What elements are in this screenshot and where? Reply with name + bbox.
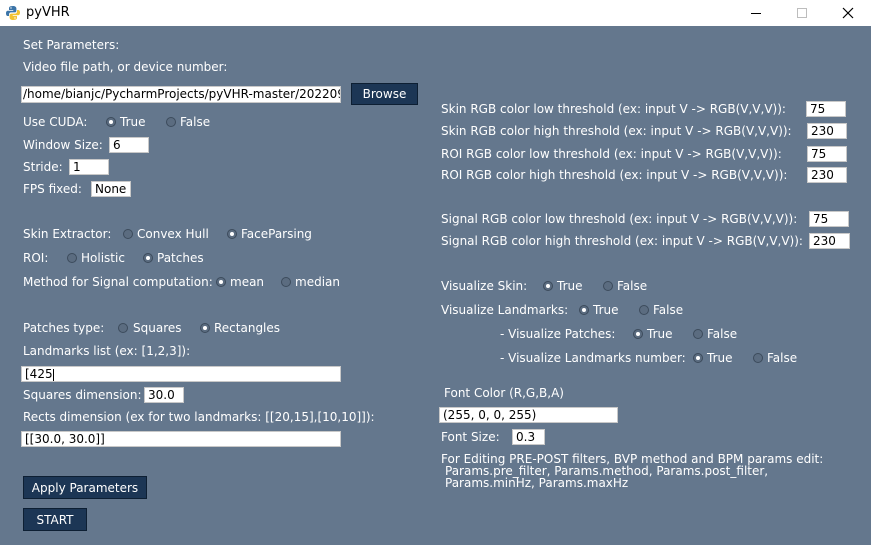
cuda-false-radio[interactable] xyxy=(166,117,176,127)
close-button[interactable] xyxy=(825,0,871,26)
median-radio[interactable] xyxy=(281,277,291,287)
visualize-landmarks-false-radio[interactable] xyxy=(639,305,649,315)
window-size-label: Window Size: xyxy=(23,138,103,152)
visualize-skin-false-radio[interactable] xyxy=(603,281,613,291)
mean-label: mean xyxy=(230,275,265,289)
rectangles-label: Rectangles xyxy=(214,321,281,335)
visualize-landmarks-number-false-radio[interactable] xyxy=(753,353,763,363)
signal-high-threshold-input[interactable]: 230 xyxy=(809,233,850,249)
close-icon xyxy=(842,7,854,19)
python-logo-icon xyxy=(5,5,21,21)
rectangles-radio[interactable] xyxy=(200,323,210,333)
visualize-landmarks-number-true-label: True xyxy=(707,351,733,365)
use-cuda-label: Use CUDA: xyxy=(23,115,88,129)
mean-radio[interactable] xyxy=(216,277,226,287)
font-color-input[interactable]: (255, 0, 0, 255) xyxy=(439,407,618,423)
patches-label: Patches xyxy=(157,251,204,265)
squares-dimension-label: Squares dimension: xyxy=(23,388,142,402)
title-bar: pyVHR xyxy=(0,0,871,26)
visualize-skin-false-label: False xyxy=(617,279,648,293)
signal-low-threshold-label: Signal RGB color low threshold (ex: inpu… xyxy=(441,212,798,226)
signal-method-label: Method for Signal computation: xyxy=(23,275,213,289)
maximize-button[interactable] xyxy=(779,0,825,26)
font-size-label: Font Size: xyxy=(441,430,500,444)
rects-dimension-label: Rects dimension (ex for two landmarks: [… xyxy=(23,410,375,424)
skin-low-threshold-input[interactable]: 75 xyxy=(806,101,846,117)
patches-type-label: Patches type: xyxy=(23,321,105,335)
convex-hull-radio[interactable] xyxy=(123,229,133,239)
app-window: pyVHR Set Parameters: Video file path, o… xyxy=(0,0,871,545)
visualize-landmarks-true-radio[interactable] xyxy=(579,305,589,315)
squares-radio[interactable] xyxy=(118,323,128,333)
maximize-icon xyxy=(797,8,807,18)
visualize-patches-true-label: True xyxy=(647,327,673,341)
roi-high-threshold-label: ROI RGB color high threshold (ex: input … xyxy=(441,168,788,182)
skin-high-threshold-input[interactable]: 230 xyxy=(807,123,847,139)
minimize-button[interactable] xyxy=(733,0,779,26)
browse-button[interactable]: Browse xyxy=(351,83,418,105)
face-parsing-label: FaceParsing xyxy=(241,227,312,241)
patches-radio[interactable] xyxy=(143,253,153,263)
skin-high-threshold-label: Skin RGB color high threshold (ex: input… xyxy=(441,124,792,138)
visualize-landmarks-number-true-radio[interactable] xyxy=(693,353,703,363)
signal-low-threshold-input[interactable]: 75 xyxy=(809,211,849,227)
median-label: median xyxy=(295,275,340,289)
landmarks-list-label: Landmarks list (ex: [1,2,3]): xyxy=(23,344,191,358)
fps-fixed-input[interactable]: None xyxy=(91,181,131,197)
visualize-patches-label: - Visualize Patches: xyxy=(500,327,616,341)
visualize-skin-label: Visualize Skin: xyxy=(441,279,528,293)
holistic-radio[interactable] xyxy=(67,253,77,263)
holistic-label: Holistic xyxy=(81,251,125,265)
fps-fixed-label: FPS fixed: xyxy=(23,182,82,196)
visualize-skin-true-label: True xyxy=(557,279,583,293)
landmarks-list-value: [425 xyxy=(25,367,53,381)
cuda-false-label: False xyxy=(180,115,211,129)
params-note-line-3: Params.minHz, Params.maxHz xyxy=(445,476,629,490)
visualize-landmarks-true-label: True xyxy=(593,303,619,317)
font-color-label: Font Color (R,G,B,A) xyxy=(444,386,564,400)
signal-high-threshold-label: Signal RGB color high threshold (ex: inp… xyxy=(441,234,803,248)
convex-hull-label: Convex Hull xyxy=(137,227,209,241)
landmarks-list-input[interactable]: [425 xyxy=(21,366,341,382)
skin-low-threshold-label: Skin RGB color low threshold (ex: input … xyxy=(441,102,786,116)
visualize-patches-false-radio[interactable] xyxy=(693,329,703,339)
stride-input[interactable]: 1 xyxy=(69,159,109,175)
squares-label: Squares xyxy=(133,321,182,335)
roi-label: ROI: xyxy=(23,251,49,265)
squares-dimension-input[interactable]: 30.0 xyxy=(144,387,184,403)
skin-extractor-label: Skin Extractor: xyxy=(23,227,112,241)
roi-high-threshold-input[interactable]: 230 xyxy=(807,167,847,183)
stride-label: Stride: xyxy=(23,160,63,174)
video-path-input[interactable]: /home/bianjc/PycharmProjects/pyVHR-maste… xyxy=(21,86,341,103)
visualize-patches-true-radio[interactable] xyxy=(633,329,643,339)
cuda-true-label: True xyxy=(120,115,146,129)
font-size-input[interactable]: 0.3 xyxy=(512,429,545,445)
set-parameters-heading: Set Parameters: xyxy=(23,38,120,52)
visualize-landmarks-label: Visualize Landmarks: xyxy=(441,303,569,317)
window-size-input[interactable]: 6 xyxy=(109,137,149,153)
roi-low-threshold-label: ROI RGB color low threshold (ex: input V… xyxy=(441,147,782,161)
minimize-icon xyxy=(751,13,761,14)
cuda-true-radio[interactable] xyxy=(106,117,116,127)
video-path-label: Video file path, or device number: xyxy=(23,60,228,74)
visualize-skin-true-radio[interactable] xyxy=(543,281,553,291)
rects-dimension-input[interactable]: [[30.0, 30.0]] xyxy=(21,431,341,447)
window-title: pyVHR xyxy=(26,5,70,20)
visualize-landmarks-number-false-label: False xyxy=(767,351,798,365)
visualize-landmarks-false-label: False xyxy=(653,303,684,317)
start-button[interactable]: START xyxy=(23,508,87,531)
roi-low-threshold-input[interactable]: 75 xyxy=(807,146,847,162)
text-caret xyxy=(52,368,54,381)
face-parsing-radio[interactable] xyxy=(227,229,237,239)
visualize-landmarks-number-label: - Visualize Landmarks number: xyxy=(500,351,686,365)
visualize-patches-false-label: False xyxy=(707,327,738,341)
apply-parameters-button[interactable]: Apply Parameters xyxy=(23,476,147,499)
